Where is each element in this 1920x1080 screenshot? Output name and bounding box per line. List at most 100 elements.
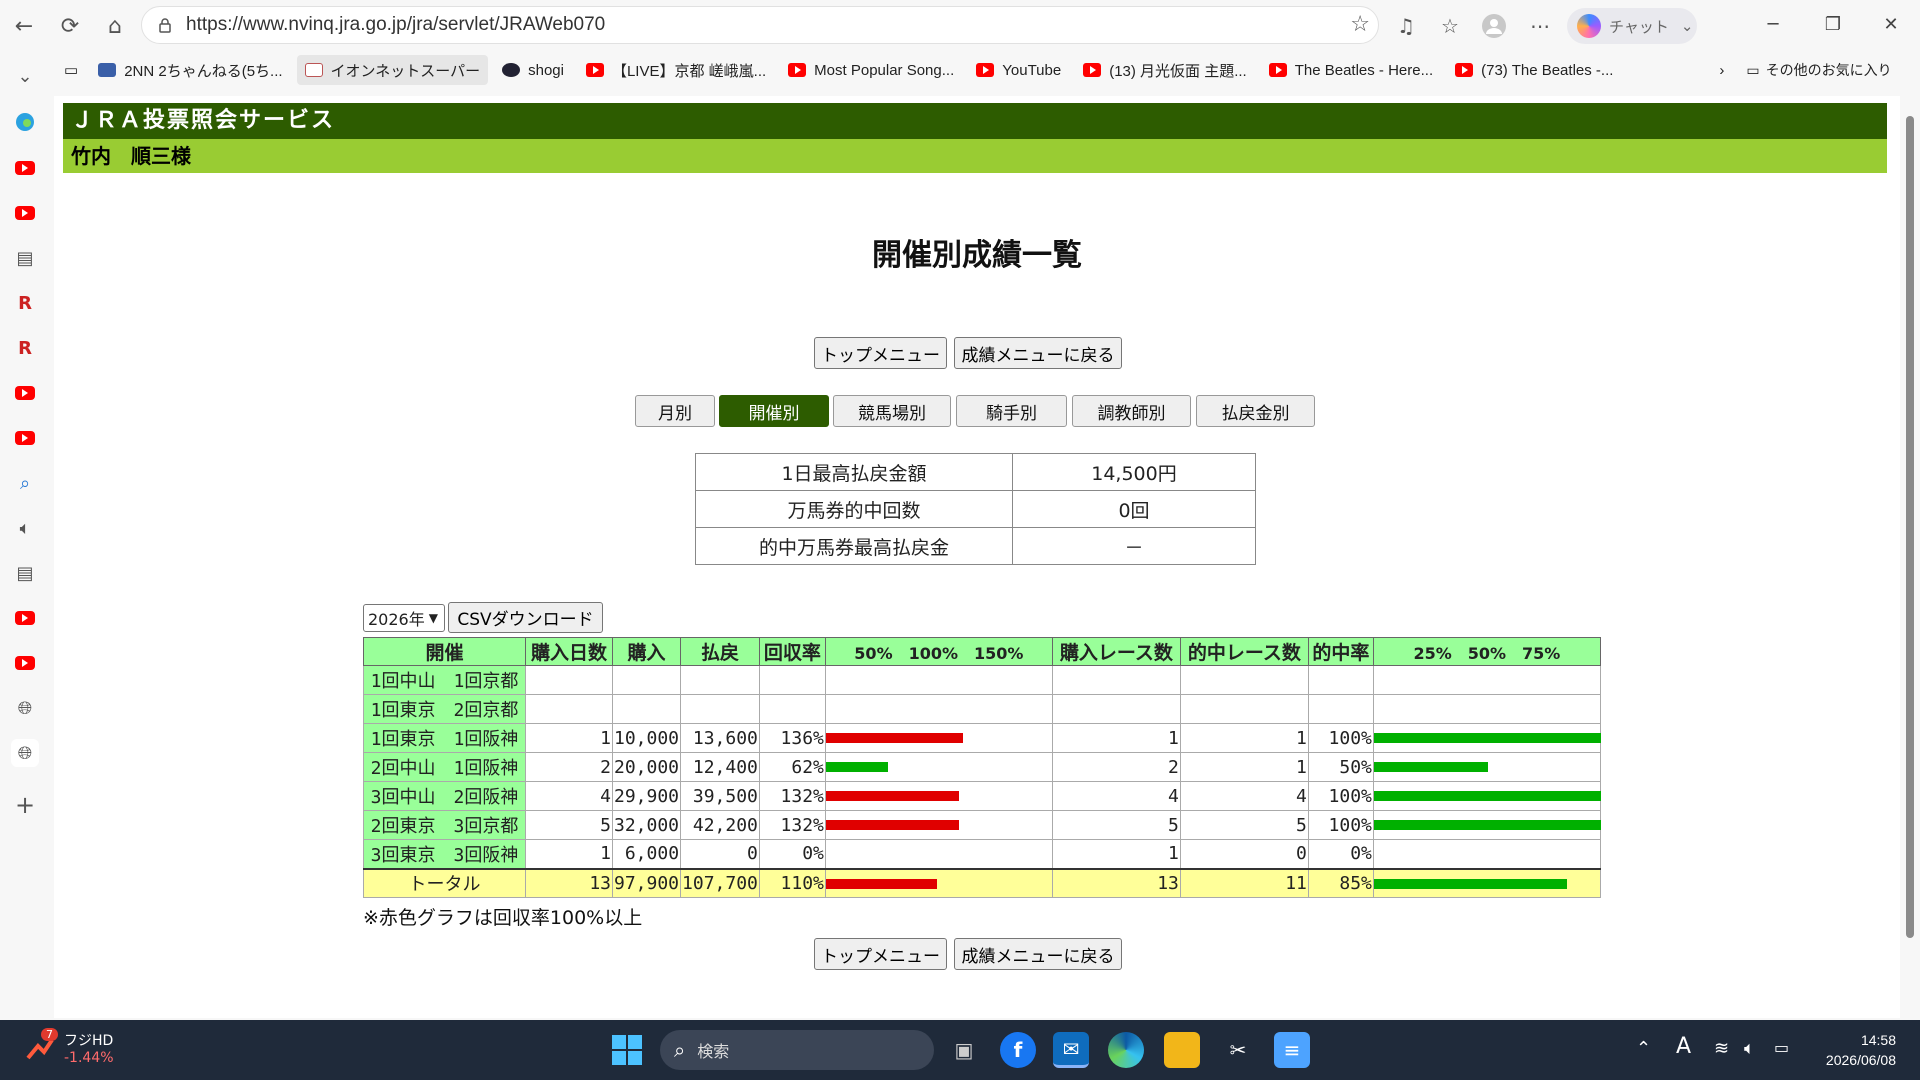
tab-by-jockey[interactable]: 騎手別	[956, 395, 1067, 427]
clock[interactable]: 14:58 2026/06/08	[1826, 1030, 1896, 1070]
table-row: 2回東京 3回京都 5 32,000 42,200 132% 5 5 100%	[363, 810, 1601, 840]
copilot-chat-button[interactable]: チャット ⌄	[1567, 8, 1697, 44]
favorite-item[interactable]: イオンネットスーパー	[296, 55, 489, 85]
back-to-results-menu-button[interactable]: 成績メニューに戻る	[954, 337, 1122, 369]
windows-start-icon[interactable]	[612, 1035, 642, 1065]
add-icon[interactable]: +	[11, 791, 39, 819]
other-favorites[interactable]: ▭ その他のお気に入り	[1738, 55, 1899, 85]
notepad-icon[interactable]: ≡	[1274, 1032, 1310, 1068]
summary-label: 万馬券的中回数	[695, 490, 1013, 528]
col-meeting: 開催	[363, 637, 526, 666]
search-icon[interactable]: ⌕	[11, 469, 39, 497]
site-info-icon[interactable]	[152, 12, 178, 38]
close-icon[interactable]: ✕	[1866, 8, 1916, 40]
chevron-up-icon[interactable]: ⌃	[1636, 1038, 1651, 1059]
return-rate-bar-cell	[824, 694, 1053, 724]
refresh-icon[interactable]: ⟳	[52, 8, 88, 44]
tab-by-racecourse[interactable]: 競馬場別	[833, 395, 951, 427]
top-menu-button-bottom[interactable]: トップメニュー	[814, 938, 947, 970]
cell-hit_rate	[1307, 665, 1374, 695]
edge-icon[interactable]	[11, 108, 39, 136]
cell-hit_rate: 50%	[1307, 752, 1374, 782]
favorite-item[interactable]: YouTube	[968, 55, 1069, 85]
file-explorer-icon[interactable]	[1164, 1032, 1200, 1068]
favorite-item[interactable]: The Beatles - Here...	[1261, 55, 1441, 85]
home-icon[interactable]: ⌂	[97, 8, 133, 44]
sidebar-toggle-icon[interactable]: ⌄	[11, 62, 39, 90]
outlook-icon[interactable]: ✉	[1053, 1032, 1089, 1068]
back-to-results-menu-button-bottom[interactable]: 成績メニューに戻る	[954, 938, 1122, 970]
battery-icon[interactable]: ▭	[1774, 1038, 1789, 1057]
cell-payout: 0	[680, 839, 760, 869]
task-view-icon[interactable]: ▣	[946, 1032, 982, 1068]
top-menu-button[interactable]: トップメニュー	[814, 337, 947, 369]
globe-icon[interactable]: 🌐︎	[11, 694, 39, 722]
calendar-icon[interactable]: ▤	[11, 244, 39, 272]
calendar-icon[interactable]: ▤	[11, 559, 39, 587]
browser-toolbar: ← ⟳ ⌂ https://www.nvinq.jra.go.jp/jra/se…	[0, 0, 1920, 52]
youtube-icon[interactable]	[11, 154, 39, 182]
youtube-icon[interactable]	[11, 604, 39, 632]
rakuten-icon[interactable]: R	[11, 334, 39, 362]
return-rate-bar	[825, 820, 959, 830]
rakuten-icon[interactable]: R	[11, 289, 39, 317]
youtube-icon[interactable]	[11, 379, 39, 407]
profile-icon[interactable]	[1478, 10, 1510, 42]
scrollbar-thumb[interactable]	[1906, 116, 1914, 938]
ime-mode-icon[interactable]: A	[1676, 1034, 1691, 1059]
taskbar-search[interactable]: ⌕ 検索	[660, 1030, 934, 1070]
collections-icon[interactable]: ▭	[58, 55, 84, 85]
cell-payout: 13,600	[680, 723, 760, 753]
read-aloud-icon[interactable]: ♫	[1390, 10, 1422, 42]
favorite-item[interactable]: (73) The Beatles -...	[1447, 55, 1621, 85]
restore-icon[interactable]: ❐	[1808, 8, 1858, 40]
tab-monthly[interactable]: 月別	[635, 395, 715, 427]
wifi-icon[interactable]: ≋	[1714, 1038, 1729, 1059]
tab-by-trainer[interactable]: 調教師別	[1072, 395, 1191, 427]
cell-races	[1051, 694, 1181, 724]
favorite-item[interactable]: 【LIVE】京都 嵯峨嵐...	[578, 55, 774, 85]
tab-by-payout[interactable]: 払戻金別	[1196, 395, 1315, 427]
youtube-icon[interactable]	[11, 424, 39, 452]
table-header-row: 開催 購入日数 購入 払戻 回収率 50% 100% 150% 購入レース数 的…	[363, 637, 1601, 666]
favorite-label: Most Popular Song...	[814, 61, 955, 79]
return-rate-bar	[825, 791, 959, 801]
favorite-item[interactable]: Most Popular Song...	[780, 55, 962, 85]
back-icon[interactable]: ←	[6, 8, 42, 44]
cell-hits: 5	[1179, 810, 1309, 840]
year-select[interactable]: 2026年 ▼	[363, 604, 445, 632]
chevron-right-icon[interactable]: ›	[1711, 55, 1732, 85]
snipping-tool-icon[interactable]: ✂	[1220, 1032, 1256, 1068]
url-text[interactable]: https://www.nvinq.jra.go.jp/jra/servlet/…	[186, 14, 605, 36]
facebook-icon[interactable]: f	[1000, 1032, 1036, 1068]
favorite-item[interactable]: shogi	[494, 55, 572, 85]
youtube-icon[interactable]	[11, 199, 39, 227]
page-scrollbar[interactable]	[1900, 96, 1920, 1018]
cell-buy: 97,900	[611, 867, 682, 898]
favorite-item[interactable]: 2NN 2ちゃんねる(5ち...	[90, 55, 290, 85]
cell-hit_rate	[1307, 694, 1374, 724]
more-menu-icon[interactable]: ⋯	[1524, 10, 1556, 42]
cell-days: 13	[525, 867, 613, 898]
volume-icon[interactable]: 🔈︎	[1744, 1038, 1755, 1059]
youtube-icon	[1268, 63, 1287, 77]
tab-by-meeting[interactable]: 開催別	[719, 395, 829, 427]
stock-widget[interactable]: 7 フジHD -1.44%	[24, 1028, 114, 1066]
edge-icon[interactable]	[1108, 1032, 1144, 1068]
user-name: 竹内 順三様	[63, 139, 1887, 173]
cell-hit_rate: 0%	[1307, 839, 1374, 869]
csv-download-button[interactable]: CSVダウンロード	[448, 602, 603, 633]
minimize-icon[interactable]: ─	[1748, 8, 1798, 40]
cell-payout: 12,400	[680, 752, 760, 782]
cell-buy: 6,000	[611, 839, 682, 869]
address-bar[interactable]: https://www.nvinq.jra.go.jp/jra/servlet/…	[141, 6, 1379, 44]
speaker-icon[interactable]: 🔈︎	[11, 514, 39, 542]
favorites-icon[interactable]: ☆	[1434, 10, 1466, 42]
favorite-star-icon[interactable]: ☆	[1350, 12, 1370, 37]
cell-races: 2	[1051, 752, 1181, 782]
cell-hits: 11	[1179, 867, 1309, 898]
globe-icon[interactable]: 🌐︎	[11, 739, 39, 767]
hit-rate-bar-cell	[1372, 723, 1601, 753]
favorite-item[interactable]: (13) 月光仮面 主題...	[1075, 55, 1255, 85]
youtube-icon[interactable]	[11, 649, 39, 677]
